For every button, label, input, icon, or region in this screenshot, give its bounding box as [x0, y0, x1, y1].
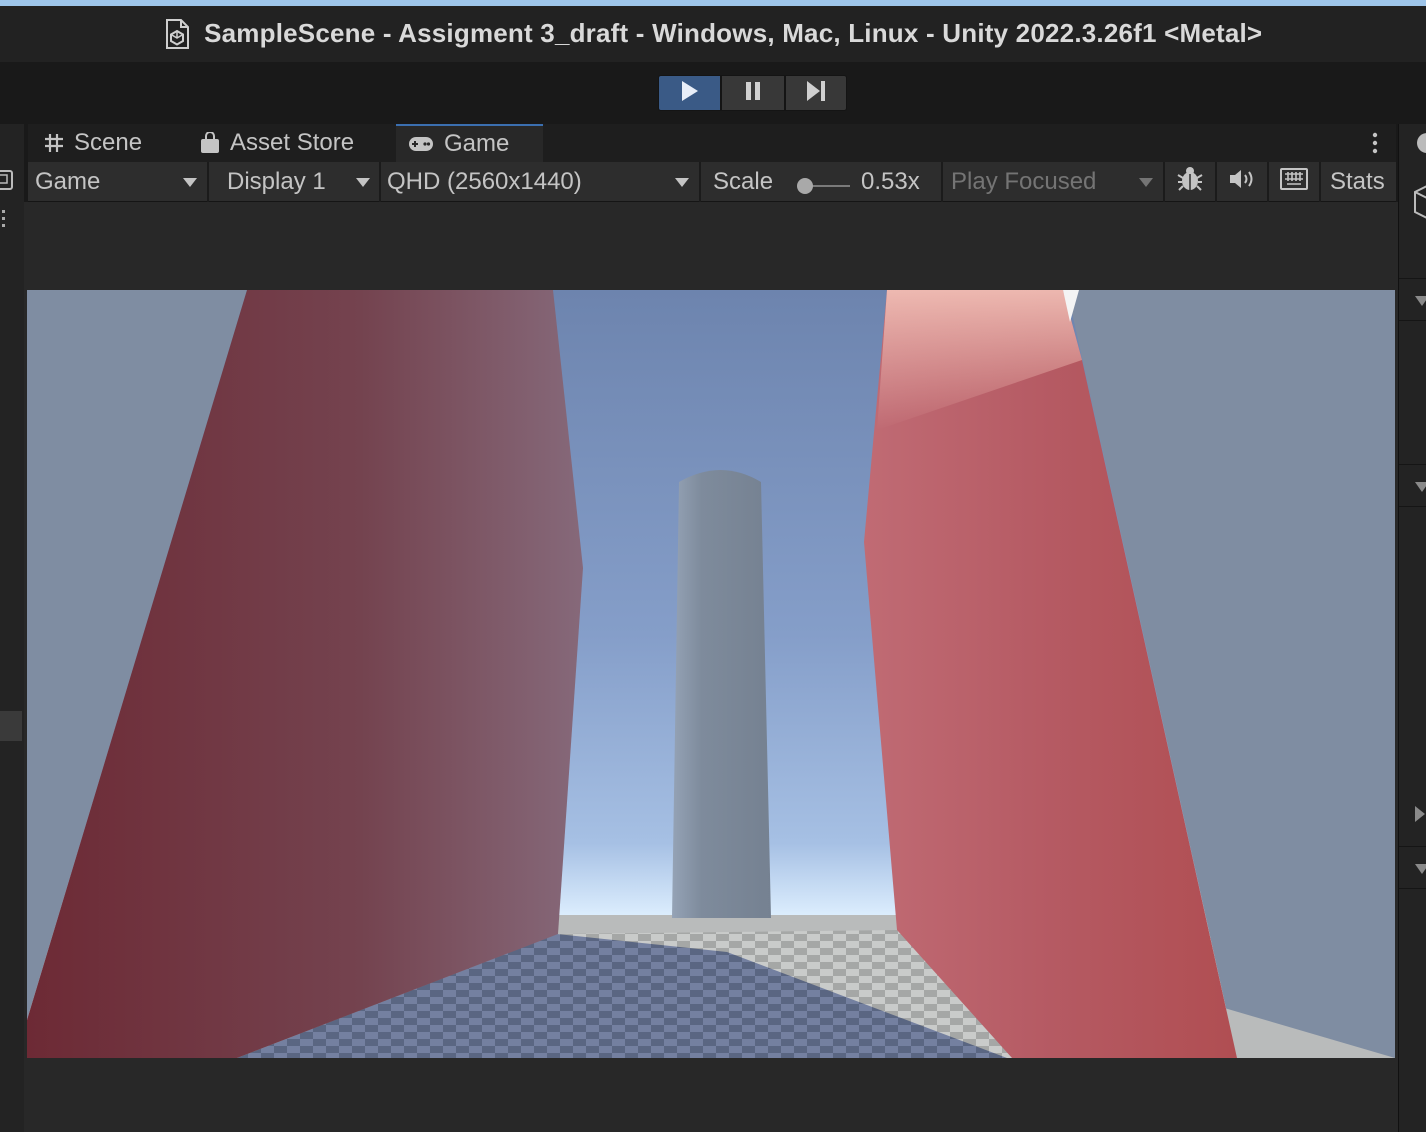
- play-mode-value: Play Focused: [951, 168, 1097, 195]
- tab-label: Game: [444, 130, 510, 157]
- pause-button[interactable]: [721, 75, 785, 111]
- stats-button[interactable]: Stats: [1321, 162, 1396, 202]
- more-options-icon[interactable]: [1372, 132, 1378, 154]
- chevron-down-icon: [1139, 178, 1153, 187]
- chevron-down-icon: [675, 178, 689, 187]
- step-button[interactable]: [785, 75, 847, 111]
- game-viewport[interactable]: [27, 290, 1395, 1058]
- panel-drag-handle[interactable]: [2, 208, 6, 230]
- keyboard-icon: [1280, 167, 1308, 197]
- scale-label: Scale: [713, 168, 774, 195]
- maximize-icon[interactable]: [0, 168, 14, 199]
- shopping-bag-icon: [200, 132, 220, 154]
- tab-asset-store[interactable]: Asset Store: [200, 124, 390, 162]
- display-dropdown[interactable]: Display 1: [209, 162, 379, 202]
- info-icon[interactable]: [1415, 132, 1426, 159]
- mute-audio-toggle[interactable]: [1217, 162, 1267, 202]
- play-mode-dropdown[interactable]: Play Focused: [943, 162, 1163, 202]
- debug-toggle[interactable]: [1165, 162, 1215, 202]
- unity-scene-file-icon: [164, 18, 190, 49]
- gamepad-icon: [408, 136, 434, 152]
- tab-game[interactable]: Game: [396, 124, 543, 162]
- scale-control: Scale 0.53x: [701, 162, 941, 202]
- stats-label: Stats: [1330, 168, 1385, 195]
- tab-label: Scene: [74, 129, 143, 156]
- bug-icon: [1176, 165, 1204, 200]
- game-render: [27, 290, 1395, 1058]
- collapse-arrow-icon[interactable]: [1415, 482, 1426, 492]
- left-panel-edge: [0, 124, 24, 1132]
- left-panel-selection: [0, 711, 22, 741]
- window-title: SampleScene - Assigment 3_draft - Window…: [204, 18, 1263, 48]
- play-icon: [680, 80, 700, 107]
- collapse-arrow-icon[interactable]: [1415, 864, 1426, 874]
- tab-scene[interactable]: Scene: [44, 124, 194, 162]
- scale-slider[interactable]: [796, 174, 852, 202]
- title-bar: SampleScene - Assigment 3_draft - Window…: [0, 0, 1426, 62]
- grid-icon: [44, 133, 64, 153]
- main-toolbar: [0, 62, 1426, 124]
- keyboard-shortcuts-toggle[interactable]: [1269, 162, 1319, 202]
- chevron-down-icon: [183, 178, 197, 187]
- play-button[interactable]: [658, 75, 721, 111]
- audio-icon: [1228, 167, 1256, 198]
- resolution-value: QHD (2560x1440): [387, 168, 582, 195]
- editor-tab-row: Scene Asset Store Game: [28, 124, 1396, 162]
- title-bar-highlight: [0, 0, 1426, 6]
- chevron-down-icon: [356, 178, 370, 187]
- tab-label: Asset Store: [230, 129, 355, 156]
- view-type-value: Game: [35, 168, 101, 195]
- display-value: Display 1: [227, 168, 326, 195]
- pause-icon: [744, 81, 762, 106]
- right-panel-edge: [1398, 124, 1426, 1132]
- expand-arrow-icon[interactable]: [1415, 806, 1425, 822]
- step-icon: [805, 80, 827, 107]
- cube-icon: [1413, 184, 1426, 225]
- resolution-dropdown[interactable]: QHD (2560x1440): [381, 162, 699, 202]
- collapse-arrow-icon[interactable]: [1415, 296, 1426, 306]
- view-type-dropdown[interactable]: Game: [28, 162, 206, 202]
- scale-value: 0.53x: [861, 168, 920, 195]
- game-view-toolbar: Game Display 1 QHD (2560x1440) Scale 0.5…: [28, 162, 1396, 202]
